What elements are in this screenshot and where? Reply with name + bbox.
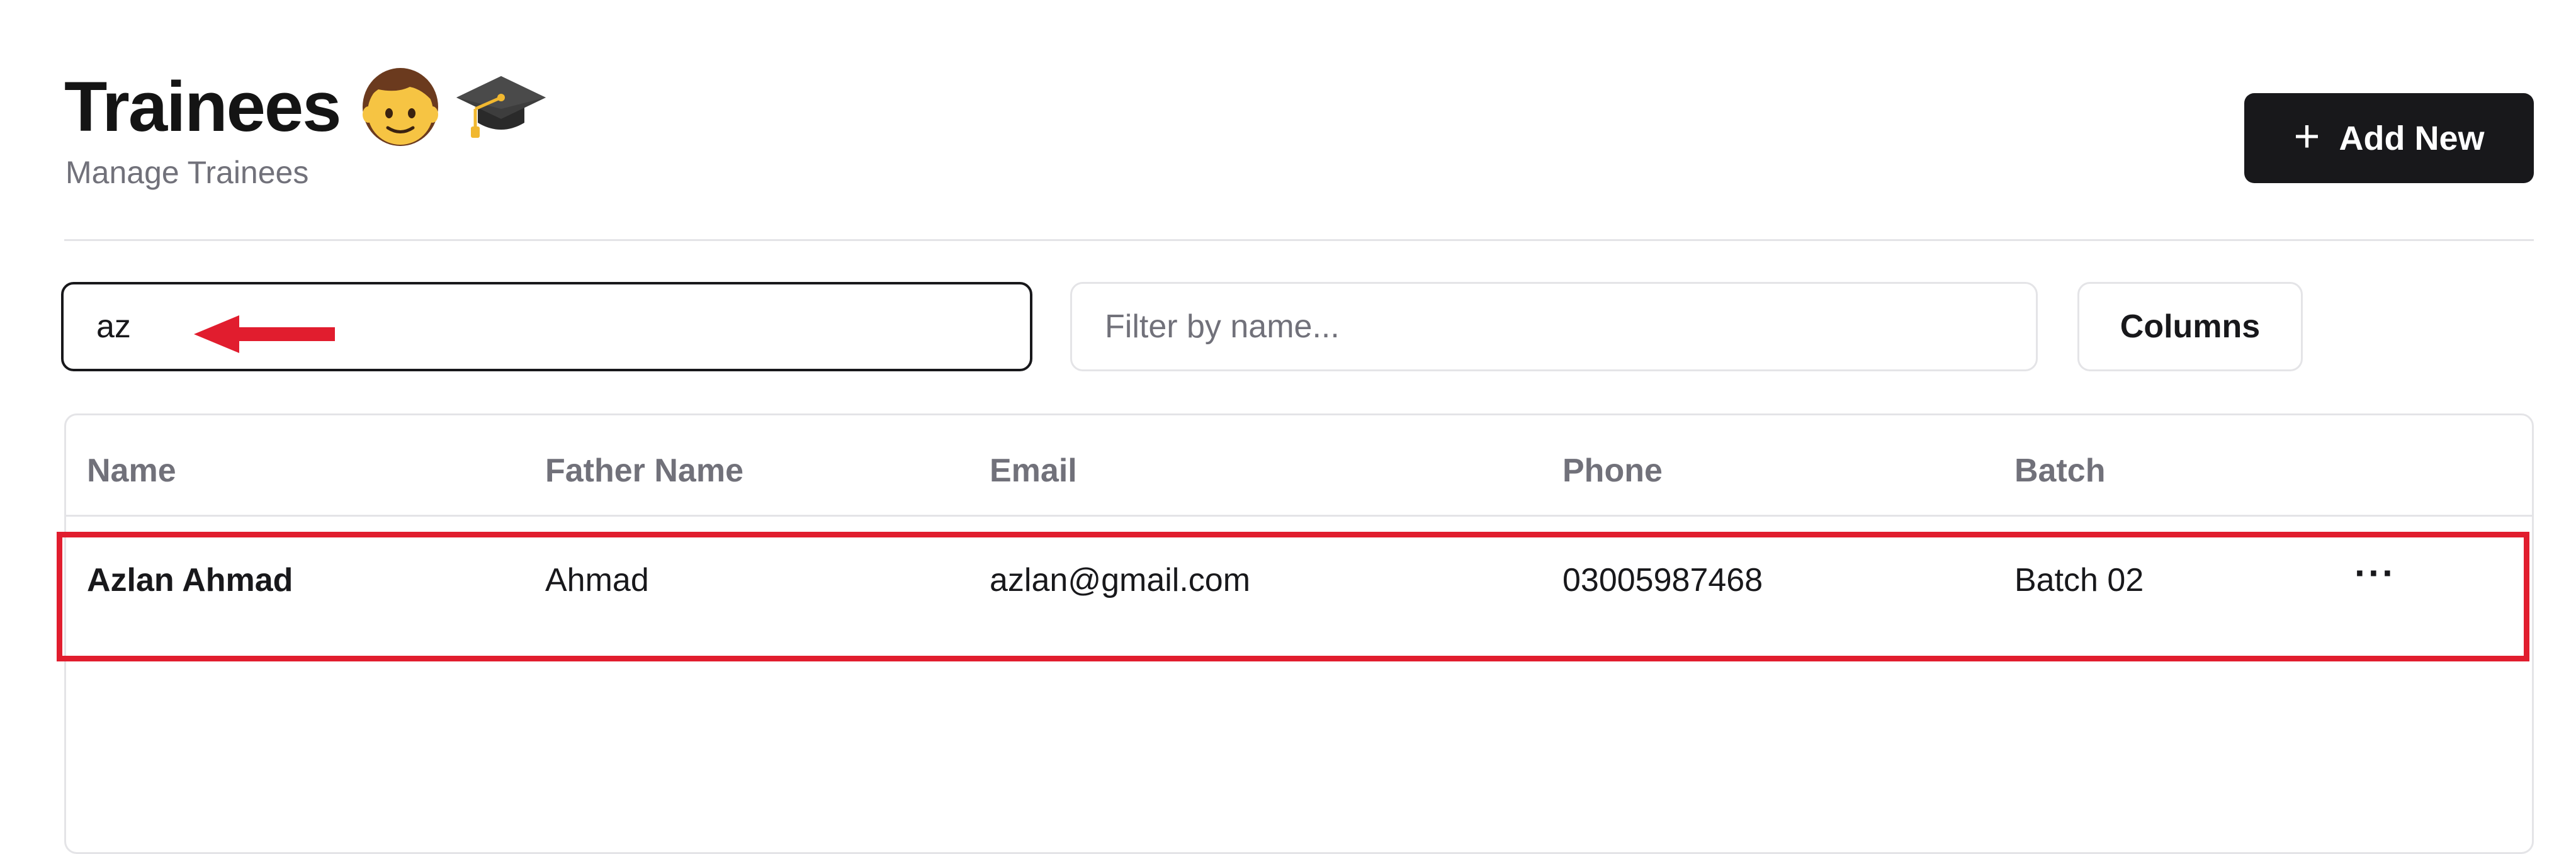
graduation-cap-icon <box>454 71 548 143</box>
columns-button[interactable]: Columns <box>2077 282 2303 371</box>
red-rectangle-highlight <box>57 532 2529 661</box>
red-arrow-left-icon <box>194 315 335 353</box>
header-divider <box>64 239 2534 241</box>
page-header: Trainees <box>64 63 548 151</box>
column-header-phone: Phone <box>1562 452 1663 489</box>
filter-by-name-input[interactable] <box>1070 282 2038 371</box>
page-subtitle: Manage Trainees <box>65 155 309 190</box>
page-title: Trainees <box>64 67 342 146</box>
column-header-name: Name <box>87 452 176 489</box>
add-new-button[interactable]: + Add New <box>2244 93 2534 183</box>
plus-icon: + <box>2293 111 2320 162</box>
column-header-batch: Batch <box>2014 452 2106 489</box>
add-new-label: Add New <box>2339 119 2485 157</box>
column-header-email: Email <box>990 452 1077 489</box>
column-header-father-name: Father Name <box>545 452 743 489</box>
table-header-divider <box>66 515 2532 517</box>
boy-emoji-icon <box>359 63 441 151</box>
